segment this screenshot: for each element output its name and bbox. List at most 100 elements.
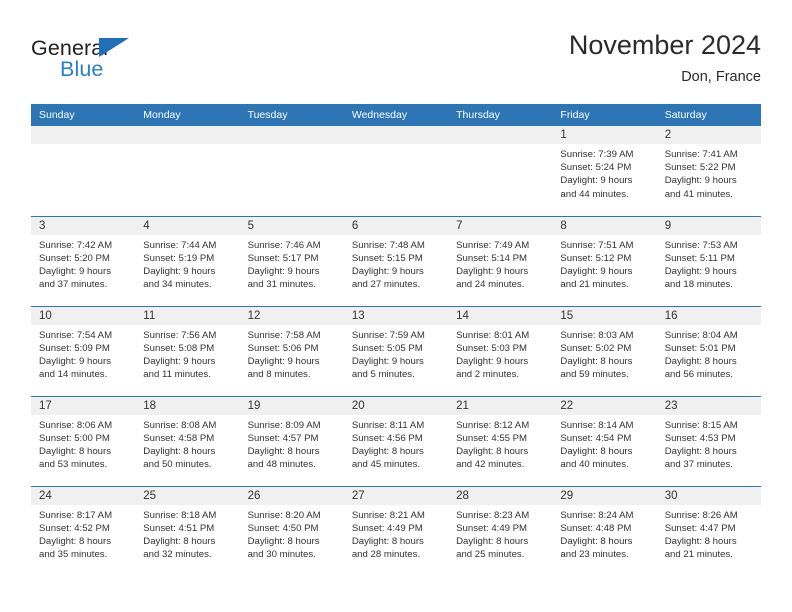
calendar-day-cell[interactable]: 5 Sunrise: 7:46 AM Sunset: 5:17 PM Daylight… [239, 215, 344, 306]
calendar-page: General Blue November 2024 Don, France S… [0, 0, 792, 612]
day-number: 1 [552, 126, 657, 144]
day-detail-line: Sunrise: 8:04 AM [664, 329, 738, 341]
day-detail-line: Sunrise: 7:51 AM [560, 239, 634, 251]
day-detail-line: Daylight: 9 hours [247, 265, 320, 277]
calendar-day-cell[interactable]: 18 Sunrise: 8:08 AM Sunset: 4:58 PM Dayligh… [135, 395, 240, 486]
weekday-header-sunday: Sunday [31, 104, 136, 126]
day-details: Sunrise: 7:51 AM Sunset: 5:12 PM Daylight:… [552, 235, 656, 292]
day-detail-line: Daylight: 8 hours [247, 445, 320, 457]
day-details: Sunrise: 7:59 AM Sunset: 5:05 PM Daylight:… [344, 325, 448, 382]
day-detail-line: Sunset: 5:01 PM [664, 342, 736, 354]
day-number: 9 [656, 216, 761, 235]
day-cell-inner: 10 Sunrise: 7:54 AM Sunset: 5:09 PM Dayligh… [31, 306, 136, 396]
day-detail-line: and 53 minutes. [39, 459, 108, 471]
day-detail-line: Daylight: 9 hours [39, 265, 111, 277]
day-detail-line: Daylight: 8 hours [351, 535, 424, 547]
day-detail-line: Sunset: 5:14 PM [456, 252, 528, 264]
day-cell-inner: 13 Sunrise: 7:59 AM Sunset: 5:05 PM Dayligh… [343, 306, 449, 396]
day-detail-line: Sunrise: 8:03 AM [560, 329, 634, 341]
calendar-day-cell[interactable]: 4 Sunrise: 7:44 AM Sunset: 5:19 PM Daylight… [135, 215, 240, 306]
calendar-day-cell[interactable]: 7 Sunrise: 7:49 AM Sunset: 5:14 PM Daylight… [448, 215, 553, 306]
day-details: Sunrise: 8:26 AM Sunset: 4:47 PM Daylight:… [657, 505, 761, 562]
day-details: Sunrise: 8:18 AM Sunset: 4:51 PM Daylight:… [135, 505, 239, 562]
day-details [344, 144, 448, 148]
calendar-day-cell[interactable]: 30 Sunrise: 8:26 AM Sunset: 4:47 PM Dayligh… [656, 485, 761, 576]
day-cell-inner: 11 Sunrise: 7:56 AM Sunset: 5:08 PM Dayligh… [135, 306, 240, 396]
day-detail-line: and 2 minutes. [456, 369, 520, 381]
day-details [31, 144, 135, 148]
day-number [31, 126, 136, 144]
calendar-day-cell[interactable]: 25 Sunrise: 8:18 AM Sunset: 4:51 PM Dayligh… [135, 485, 240, 576]
calendar-day-cell[interactable]: 3 Sunrise: 7:42 AM Sunset: 5:20 PM Daylight… [31, 215, 136, 306]
calendar-day-cell[interactable]: 9 Sunrise: 7:53 AM Sunset: 5:11 PM Daylight… [656, 215, 761, 306]
day-number: 29 [552, 486, 657, 505]
calendar-day-cell[interactable]: 26 Sunrise: 8:20 AM Sunset: 4:50 PM Dayligh… [239, 485, 344, 577]
calendar-week-row: 3 Sunrise: 7:42 AM Sunset: 5:20 PM Daylight… [31, 215, 761, 306]
day-number: 28 [448, 486, 553, 505]
day-detail-line: and 35 minutes. [39, 549, 108, 561]
day-detail-line: Sunrise: 8:24 AM [560, 509, 634, 521]
day-cell-inner: 9 Sunrise: 7:53 AM Sunset: 5:11 PM Daylight… [656, 216, 761, 306]
day-detail-line: Sunrise: 8:06 AM [39, 419, 113, 431]
day-detail-line: Sunrise: 7:42 AM [39, 239, 113, 251]
calendar-day-cell[interactable]: 14 Sunrise: 8:01 AM Sunset: 5:03 PM Dayligh… [448, 305, 553, 396]
calendar-day-cell[interactable]: 15 Sunrise: 8:03 AM Sunset: 5:02 PM Dayligh… [552, 305, 657, 396]
day-detail-line: Sunset: 5:06 PM [247, 342, 319, 354]
day-detail-line: Sunset: 5:22 PM [664, 162, 736, 174]
calendar-day-cell[interactable]: 2 Sunrise: 7:41 AM Sunset: 5:22 PM Daylight… [656, 126, 761, 216]
day-detail-line: and 11 minutes. [143, 369, 211, 381]
calendar-day-cell[interactable]: 19 Sunrise: 8:09 AM Sunset: 4:57 PM Dayligh… [239, 395, 344, 486]
day-detail-line: Daylight: 8 hours [39, 445, 111, 457]
calendar-day-cell[interactable]: 28 Sunrise: 8:23 AM Sunset: 4:49 PM Dayligh… [448, 485, 553, 576]
day-number: 3 [31, 216, 136, 235]
day-cell-inner: 19 Sunrise: 8:09 AM Sunset: 4:57 PM Dayligh… [239, 396, 344, 486]
day-details: Sunrise: 8:23 AM Sunset: 4:49 PM Daylight:… [448, 505, 552, 562]
calendar-day-cell[interactable]: 12 Sunrise: 7:58 AM Sunset: 5:06 PM Dayligh… [239, 305, 344, 396]
calendar-day-cell[interactable]: 10 Sunrise: 7:54 AM Sunset: 5:09 PM Dayligh… [31, 305, 136, 396]
day-detail-line: Daylight: 9 hours [351, 265, 424, 277]
day-details: Sunrise: 8:01 AM Sunset: 5:03 PM Daylight:… [448, 325, 552, 382]
weekday-header-row: Sunday Monday Tuesday Wednesday Thursday Frid… [31, 104, 761, 126]
day-number [239, 126, 344, 144]
calendar-day-cell[interactable]: 8 Sunrise: 7:51 AM Sunset: 5:12 PM Daylight… [552, 215, 657, 306]
calendar-day-cell[interactable]: 16 Sunrise: 8:04 AM Sunset: 5:01 PM Dayligh… [656, 305, 761, 396]
day-cell-inner: 26 Sunrise: 8:20 AM Sunset: 4:50 PM Dayligh… [239, 486, 344, 577]
calendar-day-cell[interactable]: 29 Sunrise: 8:24 AM Sunset: 4:48 PM Dayligh… [552, 485, 657, 577]
day-details: Sunrise: 8:15 AM Sunset: 4:53 PM Daylight:… [657, 415, 761, 472]
day-detail-line: Sunset: 4:47 PM [664, 522, 736, 534]
calendar-day-cell[interactable]: 22 Sunrise: 8:14 AM Sunset: 4:54 PM Dayligh… [552, 395, 657, 486]
calendar-day-cell[interactable]: 27 Sunrise: 8:21 AM Sunset: 4:49 PM Dayligh… [343, 485, 449, 576]
triangle-icon [99, 38, 129, 57]
general-blue-logo[interactable]: General Blue [31, 36, 181, 90]
day-number: 7 [448, 216, 553, 235]
calendar-day-cell[interactable]: 13 Sunrise: 7:59 AM Sunset: 5:05 PM Dayligh… [343, 305, 449, 396]
calendar-day-cell[interactable]: 21 Sunrise: 8:12 AM Sunset: 4:55 PM Dayligh… [448, 395, 553, 486]
day-number: 22 [552, 396, 657, 415]
calendar-day-cell[interactable]: 20 Sunrise: 8:11 AM Sunset: 4:56 PM Dayligh… [343, 395, 449, 486]
day-detail-line: Sunrise: 8:09 AM [247, 419, 321, 431]
calendar-day-cell[interactable]: 11 Sunrise: 7:56 AM Sunset: 5:08 PM Dayligh… [135, 305, 240, 396]
calendar-day-cell[interactable]: 6 Sunrise: 7:48 AM Sunset: 5:15 PM Daylight… [343, 215, 449, 306]
day-number: 20 [343, 396, 449, 415]
day-detail-line: Daylight: 8 hours [560, 445, 633, 457]
day-detail-line: Sunset: 4:48 PM [560, 522, 632, 534]
day-cell-inner: 22 Sunrise: 8:14 AM Sunset: 4:54 PM Dayligh… [552, 396, 657, 486]
day-details: Sunrise: 7:46 AM Sunset: 5:17 PM Daylight:… [240, 235, 344, 292]
day-cell-inner: 4 Sunrise: 7:44 AM Sunset: 5:19 PM Daylight… [135, 216, 240, 306]
calendar-day-cell[interactable]: 23 Sunrise: 8:15 AM Sunset: 4:53 PM Dayligh… [656, 395, 761, 486]
day-number: 12 [239, 306, 344, 325]
calendar-day-cell[interactable]: 1 Sunrise: 7:39 AM Sunset: 5:24 PM Daylight… [552, 126, 657, 216]
day-cell-inner: 29 Sunrise: 8:24 AM Sunset: 4:48 PM Dayligh… [552, 486, 657, 577]
day-detail-line: and 42 minutes. [456, 459, 525, 471]
calendar-day-cell[interactable]: 24 Sunrise: 8:17 AM Sunset: 4:52 PM Dayligh… [31, 485, 136, 576]
title-block: November 2024 Don, France [569, 28, 761, 88]
day-detail-line: Sunrise: 8:01 AM [456, 329, 530, 341]
weekday-header-friday: Friday [552, 104, 657, 126]
day-detail-line: Sunrise: 8:15 AM [664, 419, 738, 431]
day-detail-line: Sunset: 4:52 PM [39, 522, 110, 534]
logo-word-blue: Blue [60, 57, 104, 81]
day-number: 18 [135, 396, 240, 415]
day-detail-line: Daylight: 8 hours [143, 445, 216, 457]
day-details: Sunrise: 8:06 AM Sunset: 5:00 PM Daylight:… [31, 415, 135, 472]
calendar-day-cell[interactable]: 17 Sunrise: 8:06 AM Sunset: 5:00 PM Dayligh… [31, 395, 136, 486]
